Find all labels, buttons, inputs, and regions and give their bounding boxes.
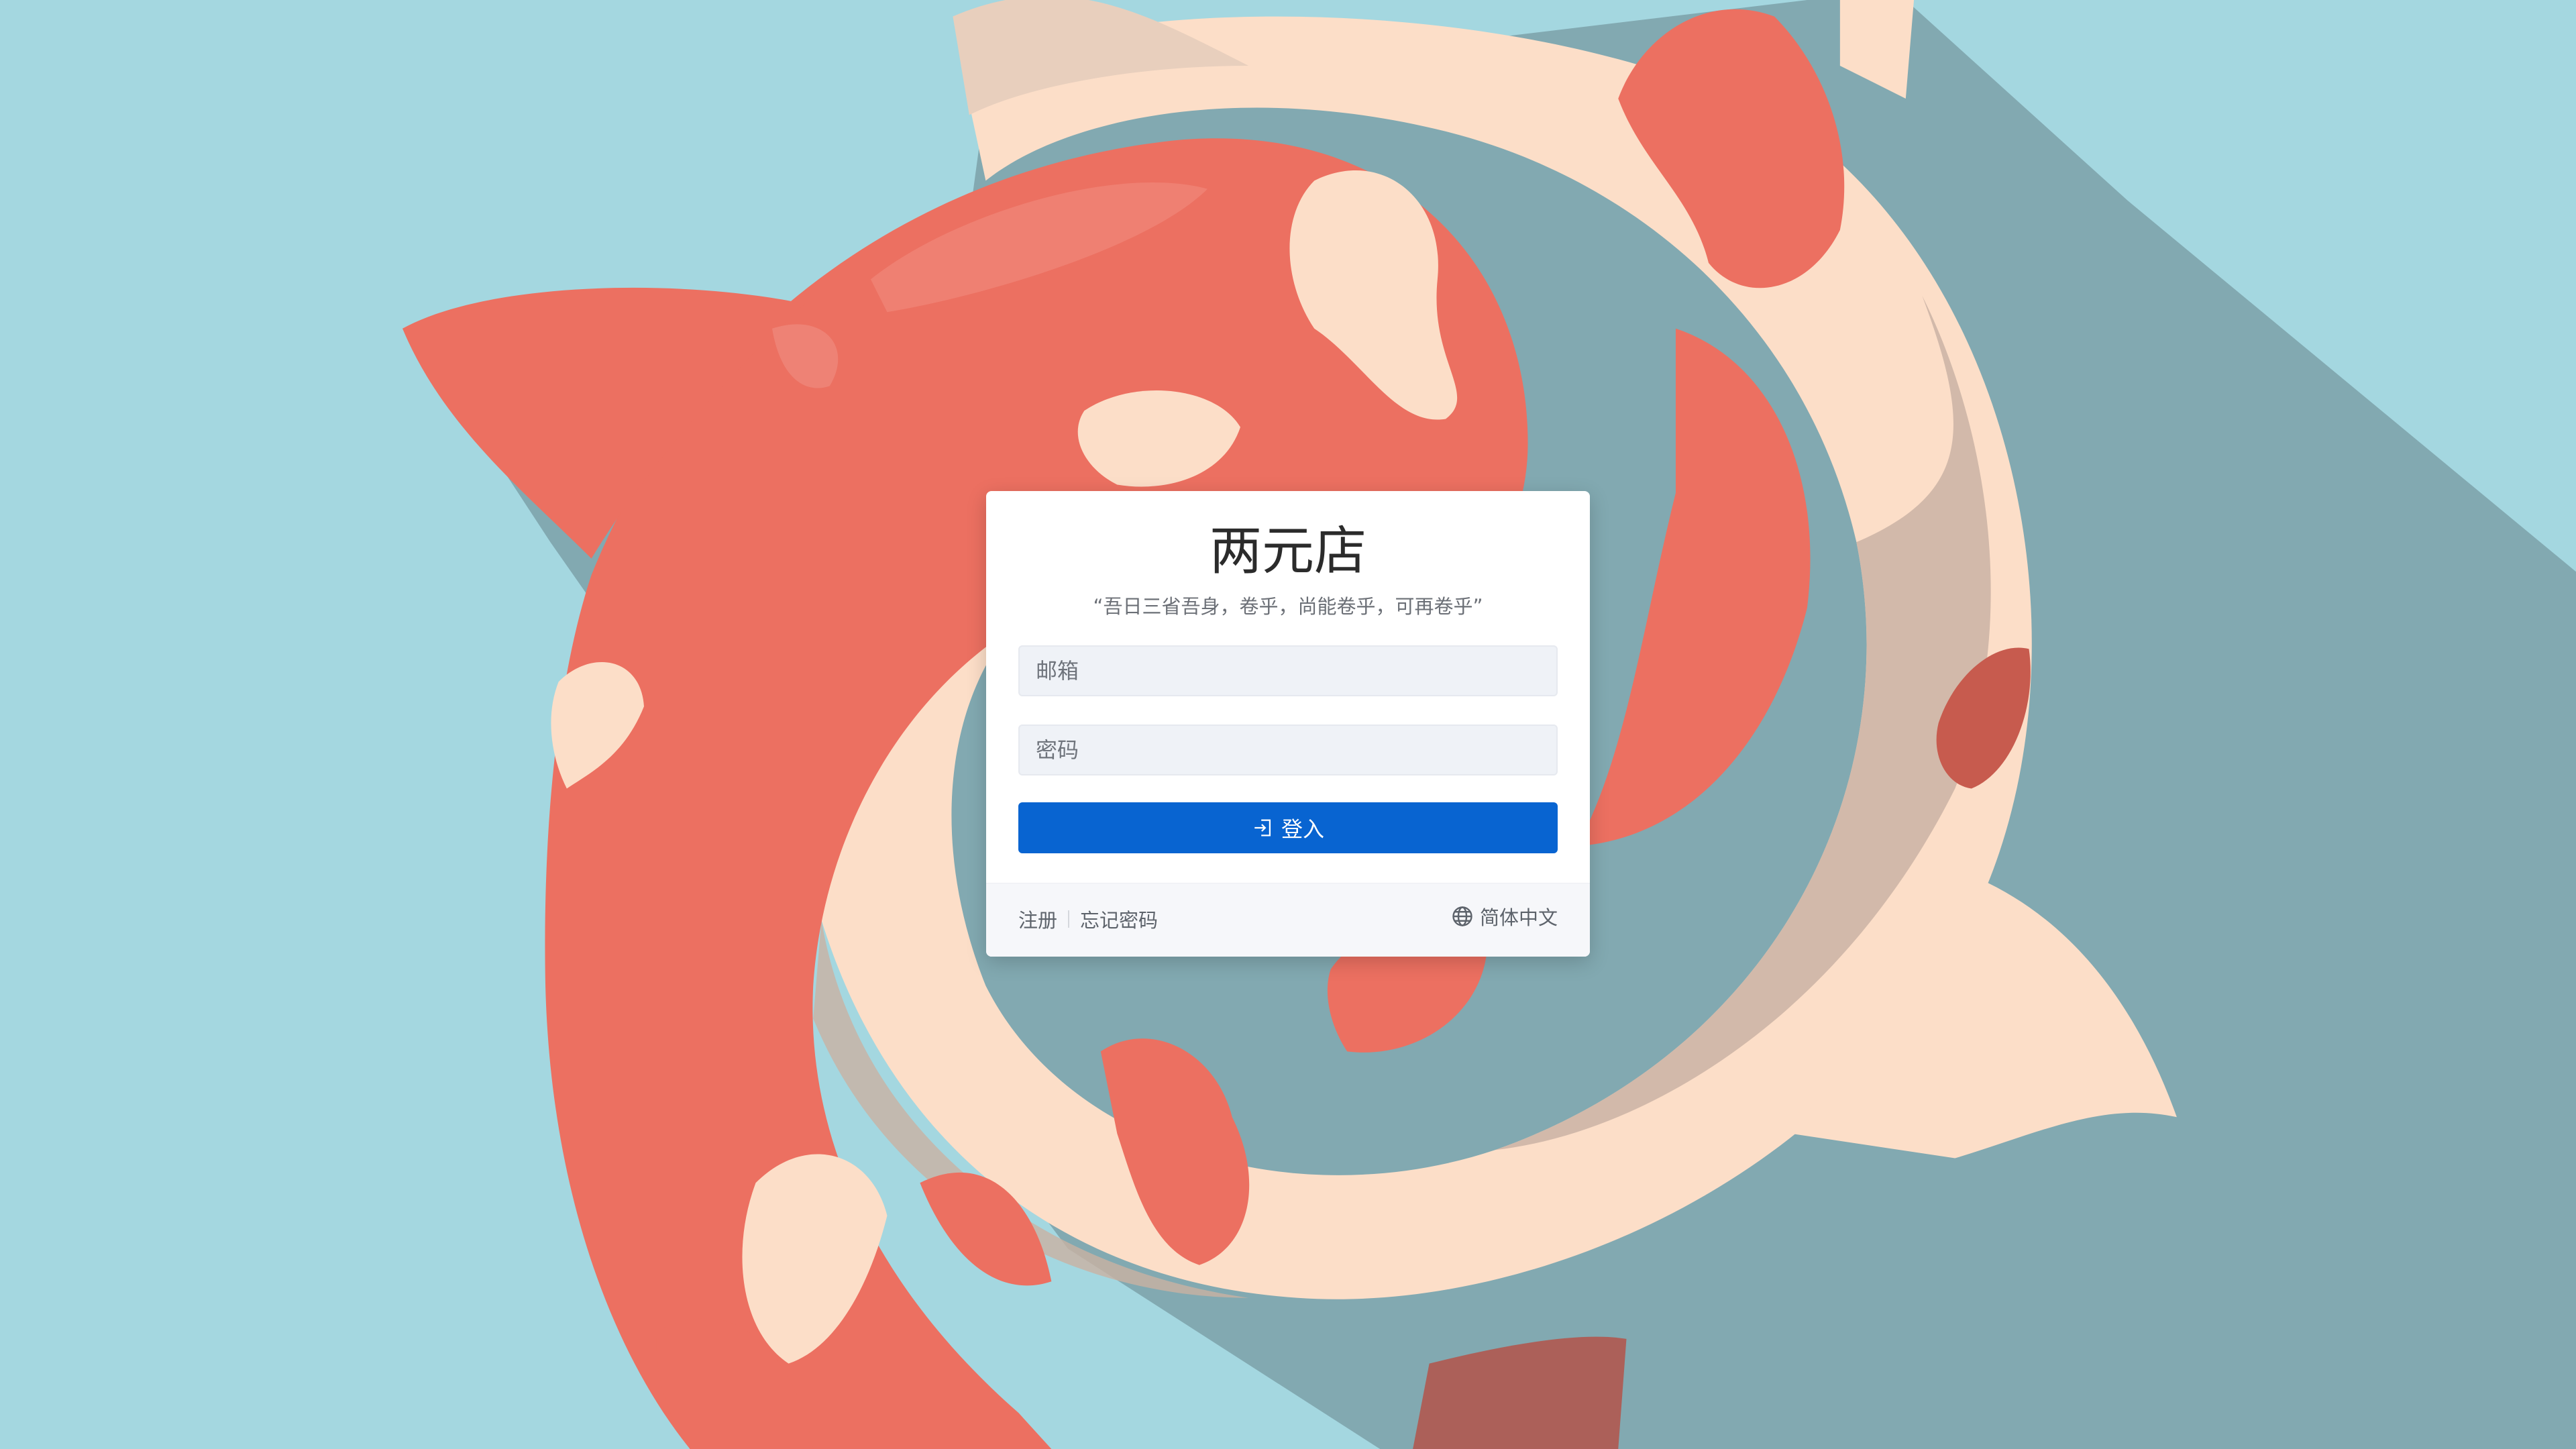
login-card: 两元店 “吾日三省吾身，卷乎，尚能卷乎，可再卷乎” 登入 注册 忘记密码 <box>986 491 1590 957</box>
language-label: 简体中文 <box>1479 906 1558 929</box>
email-input[interactable] <box>1018 645 1558 696</box>
password-input[interactable] <box>1018 724 1558 775</box>
login-button-label: 登入 <box>1281 816 1324 842</box>
footer-links: 注册 忘记密码 <box>1018 905 1158 933</box>
login-card-body: 两元店 “吾日三省吾身，卷乎，尚能卷乎，可再卷乎” 登入 <box>986 491 1590 883</box>
login-icon <box>1254 819 1271 837</box>
globe-icon <box>1452 906 1472 926</box>
link-divider <box>1068 910 1070 928</box>
language-selector[interactable]: 简体中文 <box>1450 902 1558 930</box>
forgot-password-link[interactable]: 忘记密码 <box>1080 905 1158 933</box>
login-card-footer: 注册 忘记密码 简体中文 <box>986 883 1590 957</box>
register-link[interactable]: 注册 <box>1018 905 1057 933</box>
page-title: 两元店 <box>1209 521 1366 582</box>
motto-text: “吾日三省吾身，卷乎，尚能卷乎，可再卷乎” <box>1093 595 1483 618</box>
login-button[interactable]: 登入 <box>1018 802 1558 853</box>
